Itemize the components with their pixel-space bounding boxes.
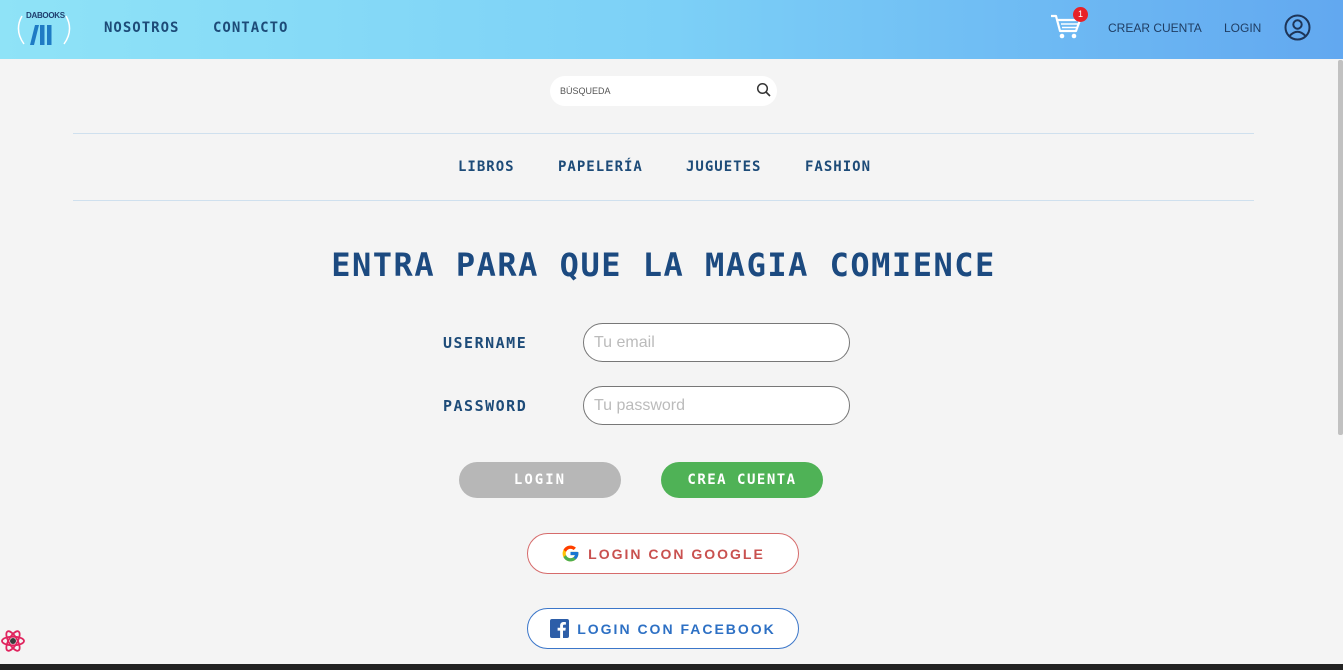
facebook-login-label: LOGIN CON FACEBOOK — [577, 620, 776, 637]
facebook-login-button[interactable]: LOGIN CON FACEBOOK — [527, 608, 799, 649]
password-label: PASSWORD — [443, 397, 528, 415]
create-account-button[interactable]: CREA CUENTA — [661, 462, 823, 498]
google-login-label: LOGIN CON GOOGLE — [588, 545, 765, 562]
password-field[interactable] — [583, 386, 850, 425]
login-button[interactable]: LOGIN — [459, 462, 621, 498]
window-bottom-edge — [0, 664, 1343, 670]
nav-nosotros[interactable]: NOSOTROS — [104, 20, 179, 36]
category-juguetes[interactable]: JUGUETES — [686, 159, 761, 175]
username-field[interactable] — [583, 323, 850, 362]
page-title: ENTRA PARA QUE LA MAGIA COMIENCE — [331, 246, 996, 284]
category-papeleria[interactable]: PAPELERÍA — [558, 159, 643, 175]
category-libros[interactable]: LIBROS — [458, 159, 515, 175]
search-input[interactable] — [560, 83, 750, 99]
facebook-icon — [550, 619, 570, 638]
username-label: USERNAME — [443, 334, 528, 352]
google-login-button[interactable]: LOGIN CON GOOGLE — [527, 533, 799, 574]
logo-text: DABOOKS — [26, 11, 65, 20]
cart-count-badge: 1 — [1073, 7, 1088, 22]
search-box — [550, 76, 777, 106]
category-divider-top — [73, 133, 1254, 134]
user-icon[interactable] — [1284, 14, 1311, 41]
category-fashion[interactable]: FASHION — [805, 159, 871, 175]
category-divider-bottom — [73, 200, 1254, 201]
login-link[interactable]: LOGIN — [1224, 21, 1261, 35]
search-icon[interactable] — [756, 82, 772, 98]
nav-contacto[interactable]: CONTACTO — [213, 20, 288, 36]
create-account-link[interactable]: CREAR CUENTA — [1108, 21, 1202, 35]
page-scrollbar[interactable] — [1338, 60, 1343, 435]
google-icon — [562, 545, 579, 562]
top-header: DABOOKS NOSOTROS CONTACTO 1 CREAR CUENTA… — [0, 0, 1343, 59]
logo[interactable]: DABOOKS — [16, 8, 72, 50]
react-devtools-icon[interactable] — [0, 628, 26, 654]
